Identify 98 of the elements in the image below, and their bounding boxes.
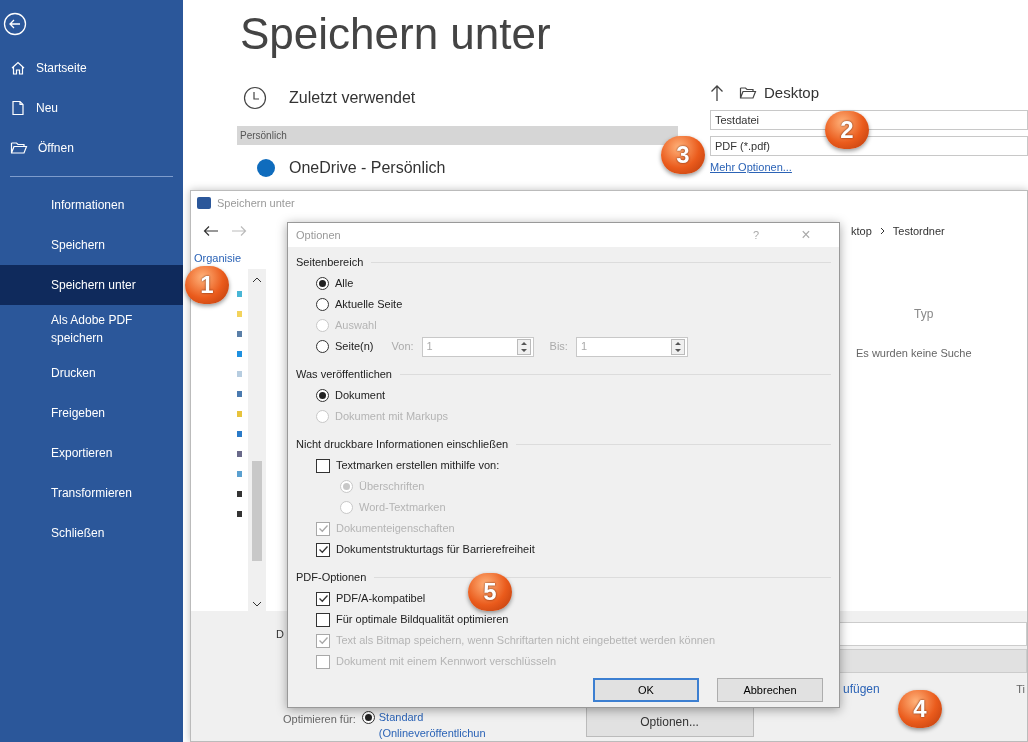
option-label: Dokument mit Markups: [335, 409, 449, 425]
dialog-title: Optionen: [296, 227, 342, 243]
more-options-link[interactable]: Mehr Optionen...: [710, 159, 792, 176]
checkbox[interactable]: [316, 542, 330, 557]
sidebar-item[interactable]: Schließen: [0, 513, 183, 553]
scroll-up-icon[interactable]: [252, 277, 262, 283]
organize-menu[interactable]: Organisie: [194, 249, 242, 267]
step-badge: 1: [185, 266, 229, 304]
window-title: Speichern unter: [217, 195, 295, 211]
nav-item-icon[interactable]: [237, 431, 242, 437]
sidebar-item[interactable]: Drucken: [0, 353, 183, 393]
step-badge: 3: [661, 136, 705, 174]
option-label: PDF/A-kompatibel: [336, 591, 426, 607]
sidebar-item[interactable]: Öffnen: [0, 128, 183, 168]
option-label: Word-Textmarken: [359, 500, 446, 516]
option-label: Dokumenteigenschaften: [336, 521, 455, 537]
nav-item-icon[interactable]: [237, 491, 242, 497]
nav-item-icon[interactable]: [237, 471, 242, 477]
sidebar-item[interactable]: Speichern unter: [0, 265, 183, 305]
checkbox[interactable]: [316, 458, 330, 473]
empty-message: Es wurden keine Suche: [856, 347, 972, 359]
sidebar-item[interactable]: Speichern: [0, 225, 183, 265]
field-label: Optimieren für:: [282, 712, 356, 727]
sidebar-item[interactable]: Informationen: [0, 185, 183, 225]
folder-icon: [738, 85, 758, 101]
option-label: Text als Bitmap speichern, wenn Schriftarten nicht eingebettet werden können: [336, 633, 716, 649]
nav-item-icon[interactable]: [237, 411, 242, 417]
sidebar-item[interactable]: Freigeben: [0, 393, 183, 433]
recent-item[interactable]: Zuletzt verwendet: [237, 82, 678, 114]
radio-button[interactable]: [316, 298, 329, 311]
section-header: Nicht druckbare Informationen einschließen: [296, 436, 509, 452]
section-header: Persönlich: [237, 126, 678, 145]
forward-arrow-icon[interactable]: [231, 225, 247, 237]
chevron-icon: [879, 227, 885, 235]
field-label: Von:: [391, 339, 414, 355]
option-label[interactable]: (Onlineveröffentlichun: [378, 725, 486, 741]
nav-item-icon[interactable]: [237, 391, 242, 397]
back-arrow-icon[interactable]: [203, 225, 219, 237]
option-label: Auswahl: [335, 318, 377, 334]
nav-item-icon[interactable]: [237, 311, 242, 317]
nav-item-icon[interactable]: [237, 331, 242, 337]
sidebar-item[interactable]: Exportieren: [0, 433, 183, 473]
option-label: Alle: [335, 276, 354, 292]
dialog-button[interactable]: OK: [593, 678, 699, 702]
step-badge: 2: [825, 111, 869, 149]
column-header[interactable]: Typ: [914, 305, 934, 323]
file-name-field[interactable]: [839, 622, 1027, 646]
options-button[interactable]: Optionen...: [585, 707, 754, 737]
back-icon[interactable]: [3, 12, 27, 36]
checkbox[interactable]: [316, 612, 330, 627]
nav-item-icon[interactable]: [237, 511, 242, 517]
sidebar-item[interactable]: Als Adobe PDF speichern: [0, 305, 183, 353]
field-label: Bis:: [549, 339, 568, 355]
checkbox[interactable]: [316, 591, 330, 606]
nav-item-icon[interactable]: [237, 451, 242, 457]
radio-button[interactable]: [316, 340, 329, 353]
option-label: Dokumentstrukturtags für Barrierefreiheit: [336, 542, 535, 558]
field-label: Ti: [1016, 681, 1025, 697]
scroll-down-icon[interactable]: [252, 601, 262, 607]
folder-name: Desktop: [764, 82, 820, 103]
spinner-icon[interactable]: [670, 338, 685, 355]
breadcrumb-item[interactable]: Testordner: [892, 222, 945, 240]
folder-icon: [10, 140, 28, 156]
section-header: PDF-Optionen: [296, 569, 367, 585]
option-label: Überschriften: [359, 479, 425, 495]
home-icon: [10, 60, 26, 76]
breadcrumb-item[interactable]: ktop: [851, 222, 872, 240]
option-label: Dokument mit einem Kennwort verschlüsseln: [336, 654, 557, 670]
spinner-icon[interactable]: [516, 338, 531, 355]
radio-button[interactable]: [361, 711, 375, 724]
option-label: Aktuelle Seite: [335, 297, 403, 313]
option-label: Für optimale Bildqualität optimieren: [336, 612, 509, 628]
location-item[interactable]: OneDrive - Persönlich: [257, 157, 446, 179]
page-title: Speichern unter: [239, 8, 552, 60]
file-type-dropdown[interactable]: [839, 649, 1027, 673]
nav-item-icon[interactable]: [237, 351, 242, 357]
add-tags-link[interactable]: ufügen: [843, 680, 880, 698]
word-app-icon: [197, 197, 211, 209]
option-label: Textmarken erstellen mithilfe von:: [336, 458, 500, 474]
scrollbar-thumb[interactable]: [252, 461, 262, 561]
section-header: Was veröffentlichen: [296, 366, 392, 382]
nav-item-icon[interactable]: [237, 291, 242, 297]
nav-item-icon[interactable]: [237, 371, 242, 377]
scrollbar[interactable]: [248, 269, 266, 611]
radio-button[interactable]: [316, 277, 329, 290]
up-arrow-icon[interactable]: [710, 84, 724, 102]
option-label: Seite(n): [335, 339, 374, 355]
sidebar-item[interactable]: Neu: [0, 88, 183, 128]
dialog-button[interactable]: Abbrechen: [717, 678, 823, 702]
sidebar-item[interactable]: Transformieren: [0, 473, 183, 513]
radio-button[interactable]: [316, 389, 329, 402]
section-header: Seitenbereich: [296, 254, 364, 270]
option-label: Dokument: [335, 388, 386, 404]
option-label[interactable]: Standard: [378, 709, 486, 725]
sidebar-item[interactable]: Startseite: [0, 48, 183, 88]
document-icon: [10, 100, 26, 116]
field-label: D: [276, 627, 284, 640]
clock-icon: [243, 86, 267, 110]
